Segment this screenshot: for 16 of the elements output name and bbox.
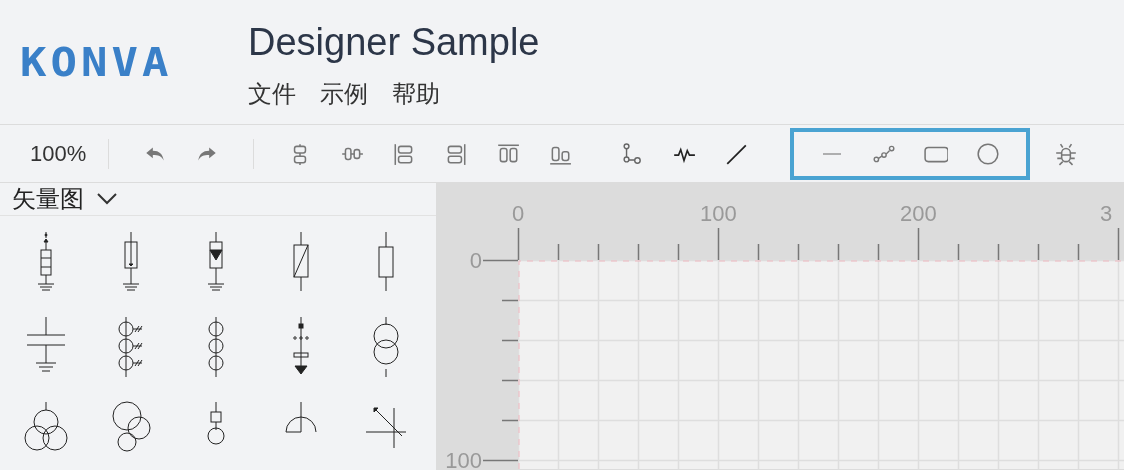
menu-item[interactable]: 文件 bbox=[248, 78, 296, 110]
circle-icon bbox=[976, 141, 1001, 166]
ruler-label: 0 bbox=[512, 201, 525, 226]
zoom-level[interactable]: 100% bbox=[18, 140, 99, 167]
logo: KONVA bbox=[19, 39, 174, 85]
ruler-label: 100 bbox=[445, 448, 482, 469]
chevron-down-icon bbox=[96, 192, 118, 206]
menu-item[interactable]: 帮助 bbox=[392, 78, 440, 110]
menu-item[interactable]: 示例 bbox=[320, 78, 368, 110]
ruler-label: 3 bbox=[1100, 201, 1113, 226]
category-dropdown[interactable]: 矢量图 bbox=[12, 183, 118, 215]
ruler-label: 200 bbox=[900, 201, 937, 226]
app-title: Designer Sample bbox=[248, 20, 540, 64]
bug-icon bbox=[1054, 141, 1079, 166]
ruler-label: 100 bbox=[700, 201, 737, 226]
ruler-label: 0 bbox=[469, 248, 482, 273]
